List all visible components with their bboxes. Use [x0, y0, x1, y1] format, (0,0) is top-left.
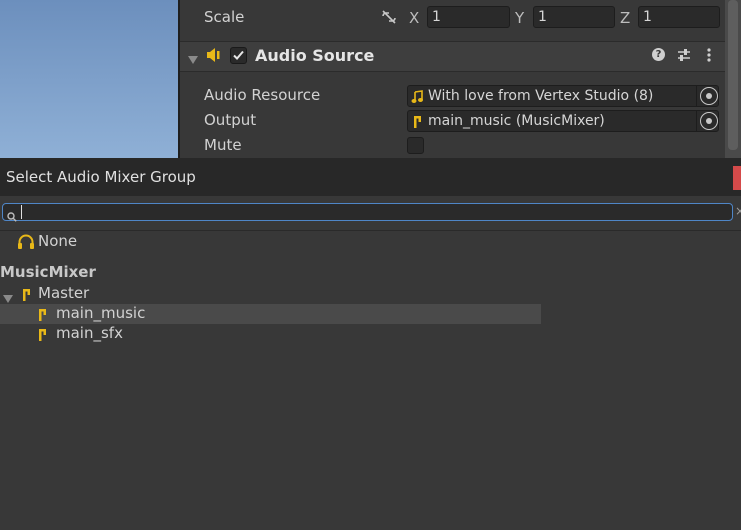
text-caret	[21, 205, 22, 219]
mixer-name-heading: MusicMixer	[0, 263, 96, 281]
scale-label: Scale	[204, 8, 245, 26]
popup-title: Select Audio Mixer Group	[6, 168, 196, 186]
audio-source-icon	[206, 47, 222, 67]
mixer-group-icon	[38, 307, 48, 326]
close-button[interactable]	[733, 166, 741, 190]
presets-icon[interactable]	[676, 47, 692, 67]
audio-resource-label: Audio Resource	[204, 86, 321, 104]
constrain-proportions-icon[interactable]	[380, 9, 398, 25]
component-title: Audio Source	[255, 46, 375, 65]
component-enabled-checkbox[interactable]	[230, 47, 247, 64]
scale-y-label: Y	[515, 9, 525, 27]
more-options-icon[interactable]	[703, 47, 715, 67]
help-icon[interactable]: ?	[652, 48, 665, 61]
mixer-group-icon	[38, 327, 48, 346]
scale-x-field[interactable]: 1	[427, 6, 510, 28]
headphones-icon	[17, 234, 35, 254]
scale-z-field[interactable]: 1	[638, 6, 720, 28]
field-divider	[696, 110, 697, 132]
audio-clip-icon	[411, 89, 423, 108]
tree-item-master[interactable]: Master	[38, 284, 89, 302]
object-picker-icon[interactable]	[700, 87, 718, 105]
tree-item-main-sfx[interactable]: main_sfx	[56, 324, 123, 342]
search-input[interactable]	[2, 203, 733, 221]
field-divider	[696, 85, 697, 107]
mute-label: Mute	[204, 136, 242, 154]
inspector-scrollbar[interactable]	[725, 0, 741, 158]
search-icon	[7, 207, 17, 226]
scale-y-field[interactable]: 1	[533, 6, 615, 28]
none-option[interactable]: None	[38, 232, 77, 250]
output-field[interactable]: main_music (MusicMixer)	[407, 110, 719, 132]
foldout-arrow-icon[interactable]	[187, 50, 199, 69]
audio-resource-field[interactable]: With love from Vertex Studio (8)	[407, 85, 719, 107]
scale-x-label: X	[409, 9, 420, 27]
scale-z-label: Z	[620, 9, 631, 27]
mute-checkbox[interactable]	[407, 137, 424, 154]
clear-search-icon[interactable]: ×	[735, 204, 741, 218]
object-picker-icon[interactable]	[700, 112, 718, 130]
mixer-group-icon	[413, 114, 423, 133]
output-label: Output	[204, 111, 257, 129]
tree-item-main-music[interactable]: main_music	[56, 304, 145, 322]
scene-view[interactable]	[0, 0, 178, 158]
